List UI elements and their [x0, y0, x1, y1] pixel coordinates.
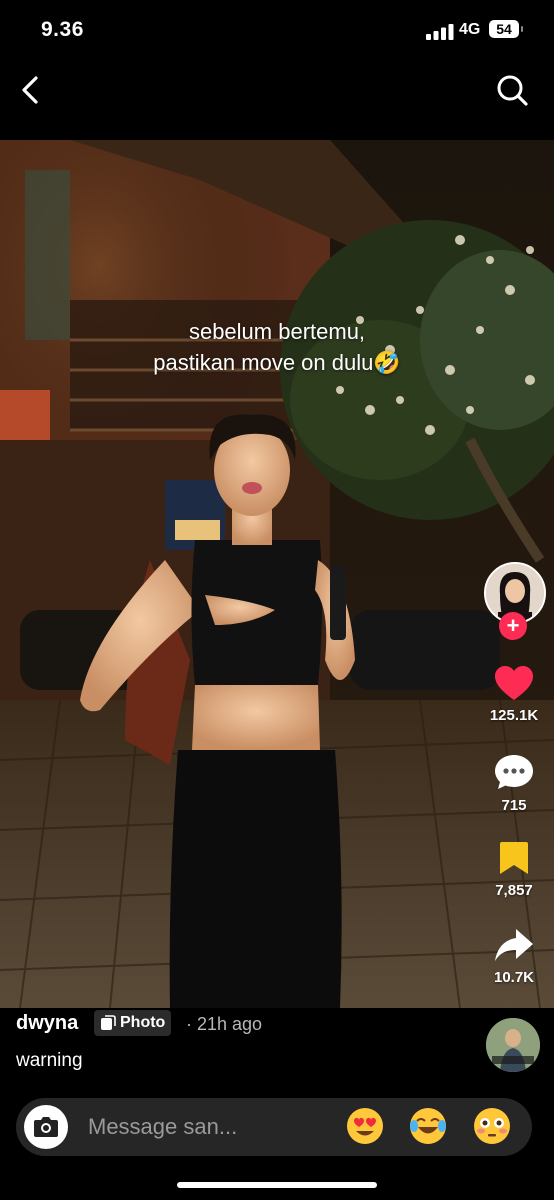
home-indicator[interactable]	[177, 1182, 377, 1188]
post-photo[interactable]: sebelum bertemu, pastikan move on dulu🤣	[0, 140, 554, 1008]
like-action[interactable]: 125.1K	[484, 665, 544, 724]
share-arrow-icon	[495, 929, 533, 961]
chevron-left-icon[interactable]	[14, 70, 48, 110]
comment-icon	[495, 755, 533, 789]
follow-plus-button[interactable]: +	[499, 612, 527, 640]
top-nav	[0, 60, 554, 140]
battery-icon: 54	[489, 20, 523, 38]
message-bar	[16, 1098, 532, 1156]
post-description: warning	[16, 1050, 83, 1071]
search-icon[interactable]	[492, 70, 532, 110]
photo-scene	[0, 140, 554, 1008]
photo-type-label: Photo	[120, 1014, 166, 1031]
save-action[interactable]: 7,857	[484, 840, 544, 899]
post-time: · 21h ago	[186, 1014, 263, 1034]
status-bar: 9.36 4G 54	[0, 0, 554, 60]
signal-icon	[426, 24, 454, 40]
post-info: dwyna Photo · 21h ago warning	[0, 1008, 554, 1088]
save-count: 7,857	[495, 882, 533, 899]
author-username[interactable]: dwyna	[16, 1012, 78, 1035]
camera-icon	[34, 1117, 58, 1137]
caption-line-1: sebelum bertemu,	[188, 319, 366, 344]
photo-stack-icon	[101, 1015, 116, 1030]
message-input[interactable]	[88, 1112, 258, 1142]
camera-button[interactable]	[24, 1105, 68, 1149]
flushed-face-emoji-icon[interactable]	[472, 1106, 512, 1146]
photo-caption: sebelum bertemu, pastikan move on dulu🤣	[0, 316, 554, 378]
comment-action[interactable]: 715	[484, 753, 544, 814]
photo-type-badge: Photo	[94, 1010, 172, 1036]
share-action[interactable]: 10.7K	[484, 927, 544, 986]
comment-count: 715	[501, 797, 527, 814]
heart-eyes-emoji-icon[interactable]	[345, 1106, 385, 1146]
share-count: 10.7K	[493, 969, 535, 986]
heart-icon	[495, 666, 533, 700]
status-time: 9.36	[41, 18, 84, 41]
music-disc[interactable]	[486, 1018, 540, 1072]
music-disc-image	[486, 1018, 540, 1072]
like-count: 125.1K	[489, 707, 539, 724]
bookmark-icon	[500, 842, 528, 874]
tears-of-joy-emoji-icon[interactable]	[408, 1106, 448, 1146]
caption-line-2: pastikan move on dulu🤣	[153, 350, 401, 375]
network-type: 4G	[459, 21, 481, 38]
